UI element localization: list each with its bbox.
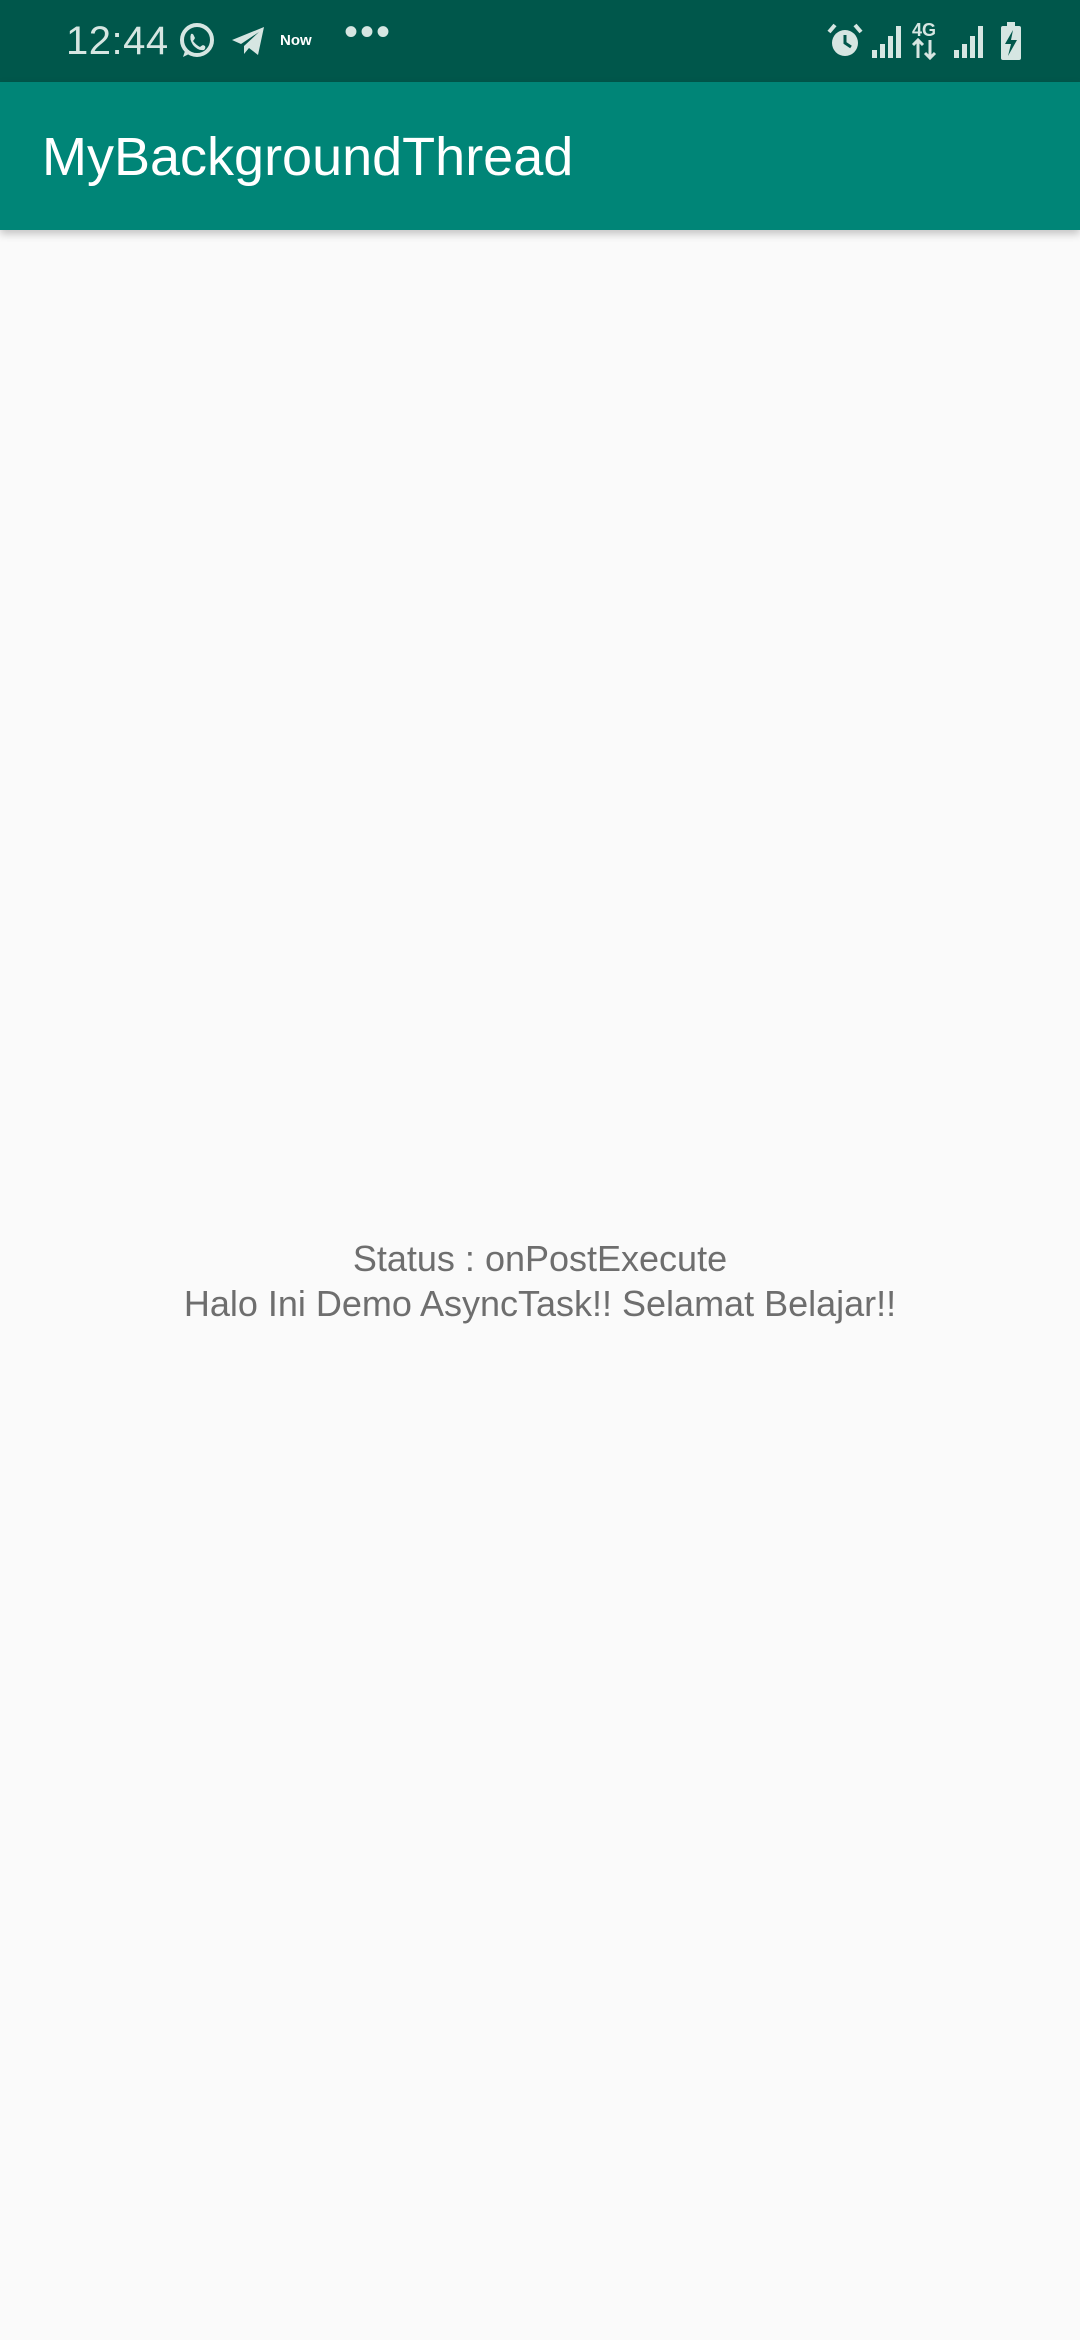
result-text-block: Status : onPostExecute Halo Ini Demo Asy… — [0, 1236, 1080, 1326]
alarm-icon — [827, 23, 863, 56]
4g-data-icon: 4G — [912, 20, 937, 40]
more-dots-icon: ••• — [344, 10, 393, 54]
app-bar: MyBackgroundThread — [0, 82, 1080, 230]
status-time: 12:44 — [66, 19, 169, 63]
signal-icon — [954, 26, 983, 58]
battery-charging-icon — [1001, 22, 1021, 60]
status-bar: 12:44 Now ••• 4G — [0, 0, 1080, 82]
whatsapp-icon — [180, 23, 214, 57]
main-content: Status : onPostExecute Halo Ini Demo Asy… — [0, 230, 1080, 2340]
status-text: Status : onPostExecute — [352, 1238, 728, 1279]
app-title: MyBackgroundThread — [42, 127, 574, 187]
signal-icon — [872, 26, 901, 58]
now-icon: Now — [280, 32, 312, 49]
data-arrows-icon — [911, 38, 937, 60]
telegram-icon — [232, 27, 264, 55]
message-text: Halo Ini Demo AsyncTask!! Selamat Belaja… — [183, 1283, 897, 1324]
